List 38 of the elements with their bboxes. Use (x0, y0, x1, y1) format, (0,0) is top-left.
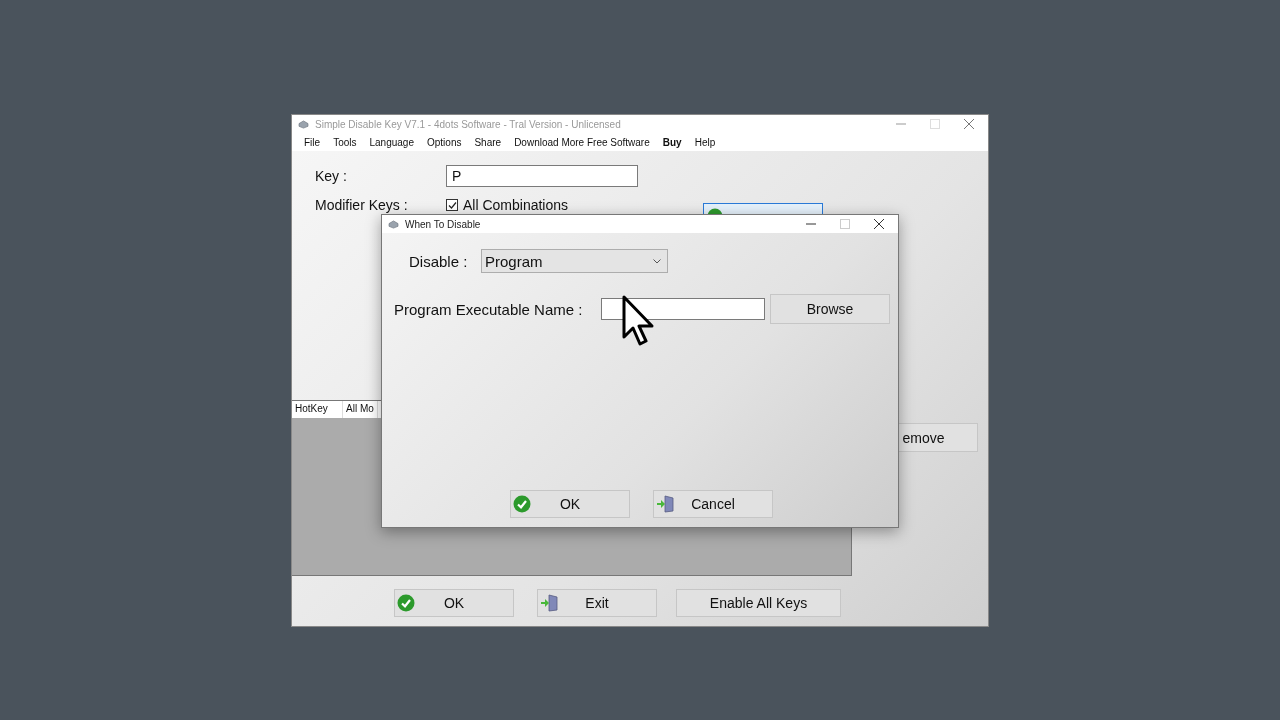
exit-button[interactable]: Exit (537, 589, 657, 617)
check-icon (513, 495, 531, 513)
menu-item[interactable]: Share (474, 136, 502, 148)
column-header[interactable]: HotKey (292, 401, 343, 418)
maximize-icon (840, 219, 850, 229)
ok-button[interactable]: OK (510, 490, 630, 518)
chevron-down-icon (653, 258, 661, 264)
ok-button[interactable]: OK (394, 589, 514, 617)
app-icon (388, 219, 399, 229)
mouse-pointer-icon (622, 295, 656, 347)
key-field[interactable]: P (446, 165, 638, 187)
close-icon[interactable] (874, 219, 884, 229)
column-header[interactable]: All Mo (343, 401, 378, 418)
checkbox-label: All Combinations (463, 197, 569, 213)
window-title: When To Disable (405, 218, 481, 230)
window-title: Simple Disable Key V7.1 - 4dots Software - Tral Version - Unlicensed (315, 118, 621, 130)
check-icon (397, 594, 415, 612)
program-name-label: Program Executable Name : (394, 300, 584, 318)
menu-item[interactable]: Options (427, 136, 462, 148)
menu-item[interactable]: Language (369, 136, 414, 148)
enable-all-keys-button[interactable]: Enable All Keys (676, 589, 841, 617)
program-name-field[interactable] (601, 298, 765, 320)
menu-item[interactable]: Help (694, 136, 716, 148)
cancel-button[interactable]: Cancel (653, 490, 773, 518)
menu-item[interactable]: Buy (662, 136, 682, 148)
app-icon (298, 119, 309, 129)
menu-item[interactable]: Download More Free Software (514, 136, 650, 148)
menu-item[interactable]: Tools (333, 136, 357, 148)
browse-button[interactable]: Browse (770, 294, 890, 324)
maximize-icon (930, 119, 940, 129)
exit-door-icon (540, 594, 560, 612)
menu-item[interactable]: File (304, 136, 321, 148)
key-label: Key : (315, 168, 348, 184)
disable-dropdown[interactable]: Program (481, 249, 668, 273)
disable-label: Disable : (409, 252, 469, 270)
exit-door-icon (656, 495, 676, 513)
modifier-keys-label: Modifier Keys : (315, 197, 409, 213)
checkbox[interactable] (446, 199, 458, 211)
